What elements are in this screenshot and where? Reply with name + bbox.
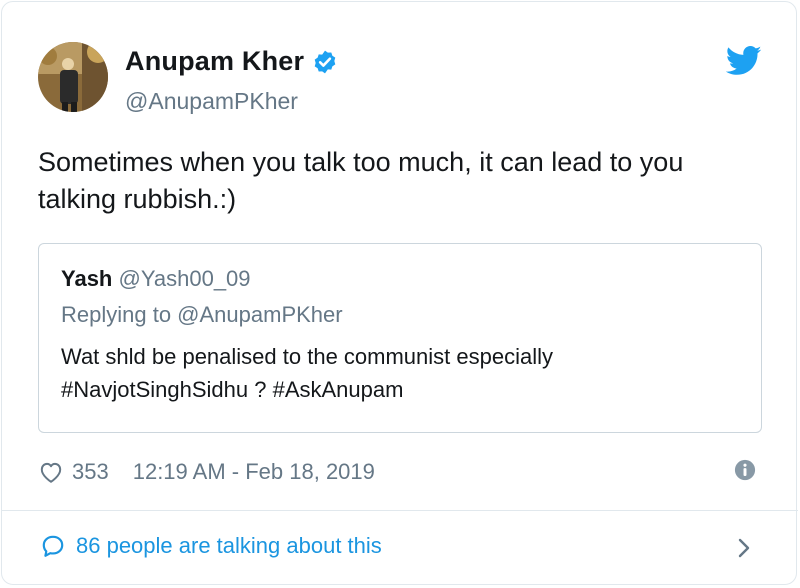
author-row: Anupam Kher xyxy=(125,46,338,77)
quoted-tweet[interactable]: Yash @Yash00_09 Replying to @AnupamPKher… xyxy=(38,243,762,433)
info-icon[interactable] xyxy=(734,459,756,481)
conversation-link[interactable]: 86 people are talking about this xyxy=(40,533,382,559)
speech-bubble-icon xyxy=(42,535,64,557)
like-count[interactable]: 353 xyxy=(72,459,109,485)
quoted-tweet-text: Wat shld be penalised to the communist e… xyxy=(61,344,553,402)
tweet-timestamp[interactable]: 12:19 AM - Feb 18, 2019 xyxy=(133,459,375,485)
tweet-meta: 353 12:19 AM - Feb 18, 2019 xyxy=(38,457,375,487)
twitter-bird-icon[interactable] xyxy=(726,46,762,76)
quoted-author-name: Yash xyxy=(61,266,113,291)
conversation-label[interactable]: 86 people are talking about this xyxy=(76,533,382,559)
heart-icon[interactable] xyxy=(38,459,64,485)
quoted-author-handle: @Yash00_09 xyxy=(118,266,251,291)
chevron-right-icon[interactable] xyxy=(736,536,752,560)
author-display-name[interactable]: Anupam Kher xyxy=(125,46,304,77)
verified-badge-icon xyxy=(314,50,336,73)
quoted-tweet-header: Yash @Yash00_09 xyxy=(61,266,251,292)
tweet-text: Sometimes when you talk too much, it can… xyxy=(38,147,684,214)
author-handle[interactable]: @AnupamPKher xyxy=(125,88,298,115)
tweet-card: Anupam Kher @AnupamPKher Sometimes when … xyxy=(1,1,798,585)
divider xyxy=(2,510,798,511)
avatar[interactable] xyxy=(38,42,108,112)
quoted-replying-to: Replying to @AnupamPKher xyxy=(61,302,343,327)
